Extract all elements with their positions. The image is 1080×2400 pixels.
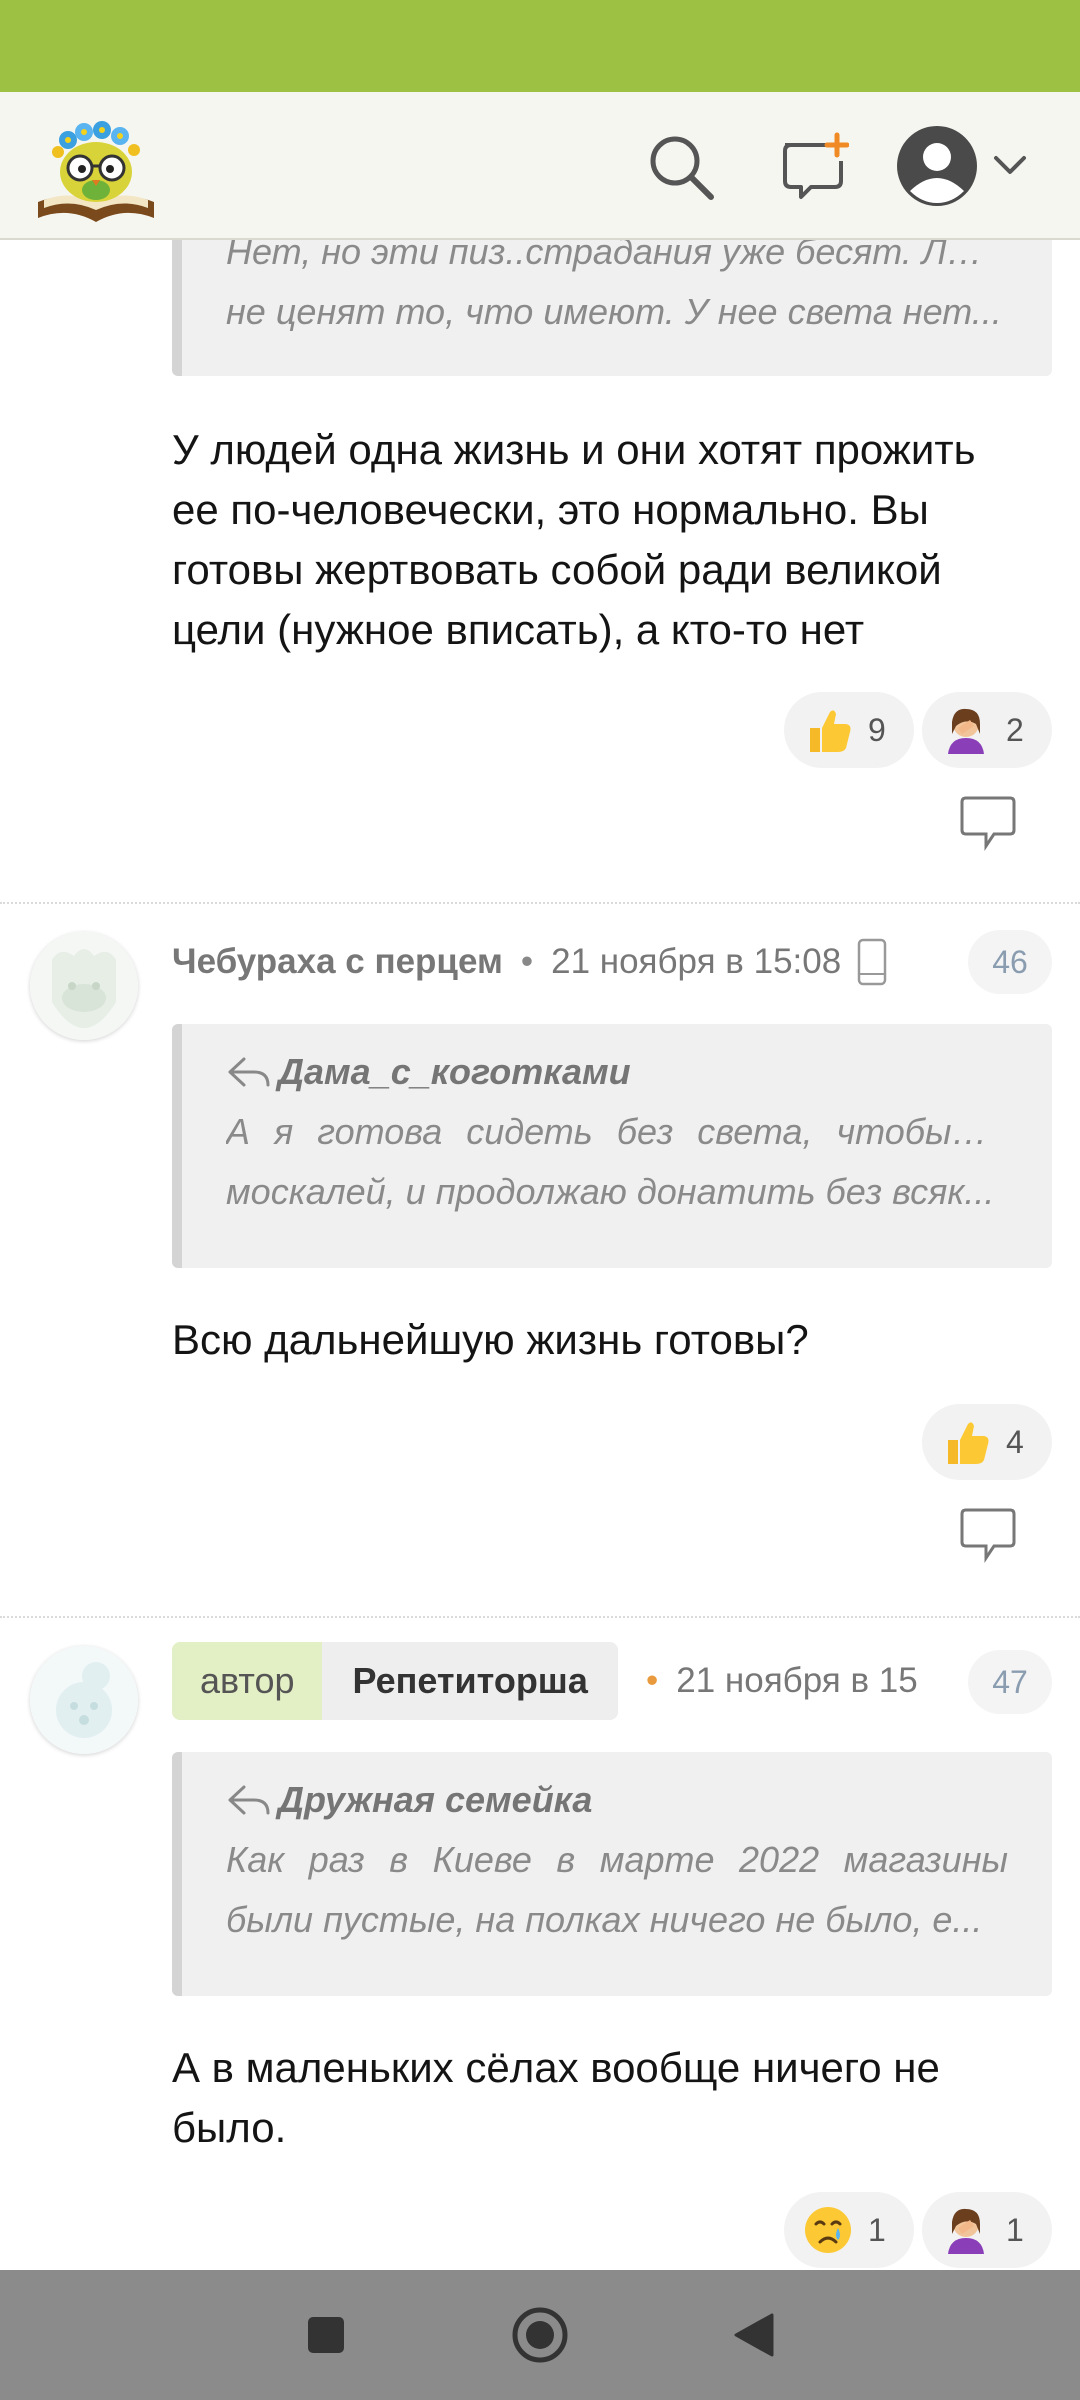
comment-meta: Чебураха с перцем • 21 ноября в 15:08 (172, 922, 887, 1002)
comment-text: А в маленьких сёлах вообще ничего не был… (172, 2044, 940, 2151)
new-post-icon[interactable] (768, 122, 858, 212)
status-bar (0, 0, 1080, 92)
author-tag: автор Репетиторша (172, 1642, 618, 1720)
comment-divider (0, 902, 1080, 904)
comment-time: 21 ноября в 15 (676, 1661, 918, 1700)
quote-block[interactable]: Нет, но эти пиз..страдания уже бесят. Лю… (172, 240, 1052, 376)
reaction-count: 9 (868, 711, 886, 748)
app-header (0, 92, 1080, 240)
quote-text: Как раз в Киеве в марте 2022 магазины бы… (226, 1839, 1008, 1940)
username-link[interactable]: Репетиторша (322, 1642, 618, 1720)
reaction-count: 2 (1006, 711, 1024, 748)
quote-block[interactable]: Дружная семейка Как раз в Киеве в марте … (172, 1752, 1052, 1996)
comment-divider (0, 1616, 1080, 1618)
profile-menu-button[interactable] (896, 120, 1046, 216)
owl-on-book-logo[interactable] (34, 110, 158, 226)
reply-icon[interactable] (958, 796, 1018, 852)
quote-block[interactable]: Дама_с_коготками А я готова сидеть без с… (172, 1024, 1052, 1268)
reply-arrow-icon (226, 1055, 272, 1089)
avatar[interactable] (30, 1646, 138, 1754)
thumbs-up-icon (802, 704, 854, 756)
avatar[interactable] (30, 932, 138, 1040)
reaction-count: 1 (868, 2211, 886, 2248)
triangle-back-icon[interactable] (722, 2303, 786, 2367)
reaction-count: 4 (1006, 1423, 1024, 1460)
crying-face-icon (802, 2204, 854, 2256)
comment-meta: • 21 ноября в 15 (646, 1642, 926, 1720)
reaction-thumbs-up[interactable]: 4 (922, 1404, 1052, 1480)
user-avatar-icon (896, 125, 978, 212)
facepalm-icon (940, 2204, 992, 2256)
search-icon[interactable] (636, 122, 726, 212)
system-navigation-bar (0, 2270, 1080, 2400)
reaction-facepalm[interactable]: 1 (922, 2192, 1052, 2268)
thumbs-up-icon (940, 1416, 992, 1468)
username-link[interactable]: Чебураха с перцем (172, 942, 503, 982)
quote-text: Нет, но эти пиз..страдания уже бесят. Лю… (226, 240, 1008, 332)
reaction-thumbs-up[interactable]: 9 (784, 692, 914, 768)
comment-time: 21 ноября в 15:08 (551, 942, 842, 981)
facepalm-icon (940, 704, 992, 756)
chevron-down-icon (992, 154, 1028, 183)
reply-icon[interactable] (958, 1508, 1018, 1564)
quote-author: Дружная семейка (226, 1770, 1008, 1830)
quote-text: А я готова сидеть без света, чтобы без м… (226, 1111, 1008, 1212)
separator-dot: • (646, 1661, 659, 1700)
comment-number-badge[interactable]: 47 (968, 1650, 1052, 1714)
reply-arrow-icon (226, 1783, 272, 1817)
comment-number-badge[interactable]: 46 (968, 930, 1052, 994)
author-role-label: автор (172, 1642, 323, 1720)
quote-author: Дама_с_коготками (226, 1042, 1008, 1102)
mobile-phone-icon (857, 938, 887, 986)
reaction-count: 1 (1006, 2211, 1024, 2248)
comment-text: Всю дальнейшую жизнь готовы? (172, 1316, 809, 1363)
comments-feed[interactable]: Нет, но эти пиз..страдания уже бесят. Лю… (0, 240, 1080, 2270)
square-icon[interactable] (294, 2303, 358, 2367)
reaction-crying[interactable]: 1 (784, 2192, 914, 2268)
circle-home-icon[interactable] (508, 2303, 572, 2367)
comment-text: У людей одна жизнь и они хотят прожить е… (172, 426, 976, 653)
reaction-facepalm[interactable]: 2 (922, 692, 1052, 768)
separator-dot: • (520, 942, 534, 981)
